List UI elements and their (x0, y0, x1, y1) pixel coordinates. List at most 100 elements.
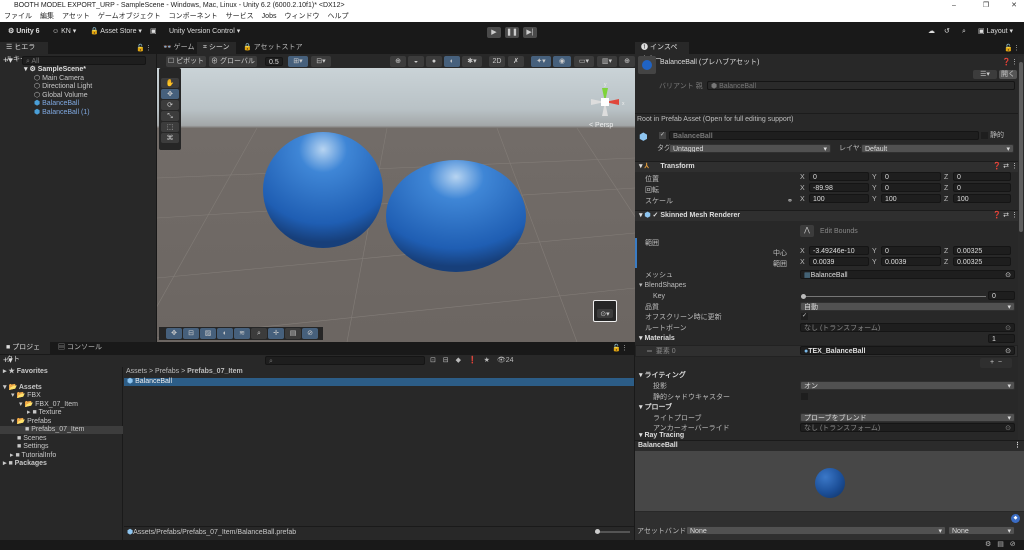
add-remove-buttons[interactable]: + − (980, 358, 1012, 368)
breadcrumb-prefabs[interactable]: Prefabs (155, 368, 179, 375)
2d-toggle-icon[interactable]: 2D (489, 56, 505, 67)
skinned-mesh-renderer-header[interactable]: ▾ ⬢ ✓ Skinned Mesh Renderer ❓ ⇄ ⋮ (635, 210, 1024, 221)
rot-z-input[interactable]: 0 (953, 183, 1011, 192)
assetbundle-variant-dropdown[interactable]: None ▾ (948, 526, 1015, 535)
preview-area[interactable] (635, 451, 1024, 511)
open-button[interactable]: 開く (999, 70, 1017, 79)
light-probe-dropdown[interactable]: プローブをブレンド ▾ (800, 413, 1015, 422)
pause-button[interactable]: ❚❚ (505, 27, 519, 38)
hierarchy-item[interactable]: ⬡ Main Camera (34, 75, 84, 83)
key-slider[interactable] (801, 294, 986, 299)
rotate-tool-icon[interactable]: ⟳ (161, 100, 179, 110)
overlay-search-icon[interactable]: ⌕ (251, 328, 267, 339)
pivot-dropdown[interactable]: ☐ ピボット ▾ (166, 56, 206, 76)
grid-snap-button[interactable]: ⊞▾ (288, 56, 308, 67)
tab-game[interactable]: 👓 ゲーム (157, 42, 201, 54)
hierarchy-item[interactable]: ⬡ Global Volume (34, 92, 88, 100)
shaded-icon[interactable]: ● (426, 56, 442, 67)
extent_v-z-input[interactable]: 0.00325 (953, 257, 1011, 266)
pos-y-input[interactable]: 0 (881, 172, 941, 181)
breadcrumb-current[interactable]: Prefabs_07_Item (187, 368, 243, 375)
version-control-button[interactable]: Unity Version Control ▾ (165, 26, 244, 38)
tab-scene[interactable]: ⌗ シーン (197, 42, 236, 54)
sphere-balanceball[interactable] (263, 132, 383, 248)
tree-settings[interactable]: ■ Settings (17, 443, 48, 451)
overlay-tool-icon[interactable]: ▨ (200, 328, 216, 339)
offscreen-checkbox[interactable]: ✓ (801, 313, 808, 320)
lock-icon[interactable]: 🔓⋮ (1004, 44, 1020, 52)
scene-viewport[interactable]: ✋ ✥ ⟳ ⤡ ⬚ ⌘ y x < Persp ⊙▾ ✥ ⊟ ▨ ◐ ≋ ⌕ ✛… (157, 68, 635, 342)
menu-services[interactable]: サービス (226, 13, 254, 20)
maximize-button[interactable]: ❐ (972, 0, 1000, 11)
global-dropdown[interactable]: ⊕ グローバル ▾ (209, 56, 257, 76)
tree-packages[interactable]: ▸ ■ Packages (3, 460, 47, 468)
shaded-wire-icon[interactable]: ◒ (408, 56, 424, 67)
overlay-tool-icon[interactable]: ≋ (234, 328, 250, 339)
overlay-tool-icon[interactable]: ⊘ (302, 328, 318, 339)
label-tag-icon[interactable]: ◆ (1011, 514, 1020, 523)
project-search-input[interactable]: ⌕ (265, 356, 425, 365)
material-field[interactable]: ●TEX_BalanceBall ⊙ (800, 346, 1015, 355)
help-menu-icon[interactable]: ❓⋮ (1002, 58, 1018, 66)
transform-tool-icon[interactable]: ⌘ (161, 133, 179, 143)
tree-texture[interactable]: ▸ ■ Texture (27, 409, 61, 417)
persp-label[interactable]: < Persp (589, 122, 613, 129)
raytracing-foldout[interactable]: ▾ Ray Tracing (639, 432, 684, 440)
hierarchy-search-input[interactable]: ⌕ All (22, 56, 146, 65)
unity-menu[interactable]: ⚙ Unity 6 (4, 26, 44, 38)
tab-asset-store[interactable]: 🔒 アセットストア (237, 42, 309, 54)
create-button[interactable]: +▾ (3, 355, 13, 366)
lighting-toggle-icon[interactable]: ✗ (508, 56, 524, 67)
add-button[interactable]: +▾ (3, 55, 13, 66)
prefab-menu-dropdown[interactable]: ☰▾ (973, 70, 997, 79)
static-checkbox[interactable] (981, 132, 988, 139)
hand-tool-icon[interactable]: ✋ (161, 78, 179, 88)
menu-help[interactable]: ヘルプ (327, 13, 348, 20)
menu-edit[interactable]: 編集 (40, 13, 54, 20)
key-value-input[interactable]: 0 (988, 291, 1015, 300)
gizmos-icon[interactable]: ▥▾ (597, 56, 617, 67)
tab-inspector[interactable]: ❶ インスペクター (635, 42, 689, 63)
overlay-tool-icon[interactable]: ✥ (166, 328, 182, 339)
audio-effects-icon[interactable]: ✦▾ (531, 56, 551, 67)
rootbone-field[interactable]: なし (トランスフォーム) ⊙ (800, 323, 1015, 332)
minimize-button[interactable]: – (940, 0, 968, 11)
lock-icon[interactable]: 🔓⋮ (612, 344, 628, 352)
filter-icons[interactable]: ⊡ ⊟ ◆ ❗ ★ 👁24 (430, 356, 514, 364)
center_v-x-input[interactable]: -3.49246e-10 (809, 246, 869, 255)
tag-dropdown[interactable]: Untagged ▾ (669, 144, 831, 153)
orientation-gizmo[interactable]: y x (585, 80, 629, 124)
breadcrumb-assets[interactable]: Assets (126, 368, 147, 375)
tab-hierarchy[interactable]: ☰ ヒエラルキー (0, 42, 48, 63)
mesh-field[interactable]: ▦BalanceBall ⊙ (800, 270, 1015, 279)
tab-console[interactable]: ▤ コンソール (52, 342, 108, 354)
scene-root[interactable]: ▾ ⚙ SampleScene* (24, 66, 86, 74)
inspector-scrollbar[interactable] (1018, 56, 1024, 441)
name-field[interactable]: BalanceBall (669, 131, 979, 140)
hierarchy-item[interactable]: ⬢ BalanceBall (1) (34, 109, 90, 117)
quality-dropdown[interactable]: 自動 ▾ (800, 302, 1015, 311)
menu-jobs[interactable]: Jobs (262, 13, 277, 20)
orientation-icon[interactable]: ⊕ (619, 56, 635, 67)
menu-window[interactable]: ウィンドウ (284, 13, 319, 20)
cloud-icon[interactable]: ☁ (924, 26, 939, 38)
tree-prefabs[interactable]: ▾ 📂 Prefabs (11, 418, 51, 426)
move-tool-icon[interactable]: ✥ (161, 89, 179, 99)
anchor-override-field[interactable]: なし (トランスフォーム) ⊙ (800, 423, 1015, 432)
debug-icon[interactable]: ✱▾ (462, 56, 482, 67)
snap-value-input[interactable]: 0.5 (265, 57, 283, 66)
menu-component[interactable]: コンポーネント (169, 13, 218, 20)
hierarchy-item[interactable]: ⬢ BalanceBall (34, 100, 79, 108)
scl-z-input[interactable]: 100 (953, 194, 1011, 203)
tree-fbx[interactable]: ▾ 📂 FBX (11, 392, 41, 400)
pos-x-input[interactable]: 0 (809, 172, 869, 181)
camera-icon[interactable]: ▭▾ (574, 56, 594, 67)
rot-y-input[interactable]: 0 (881, 183, 941, 192)
tree-scenes[interactable]: ■ Scenes (17, 435, 47, 443)
snap-settings-button[interactable]: ⊟▾ (311, 56, 331, 67)
tab-project[interactable]: ■ プロジェクト (0, 342, 50, 363)
tree-favorites[interactable]: ▸ ★ Favorites (3, 368, 48, 376)
center_v-z-input[interactable]: 0.00325 (953, 246, 1011, 255)
status-icons[interactable]: ⚙ ▤ ⊘ (985, 540, 1016, 550)
static-shadow-checkbox[interactable] (801, 393, 808, 400)
